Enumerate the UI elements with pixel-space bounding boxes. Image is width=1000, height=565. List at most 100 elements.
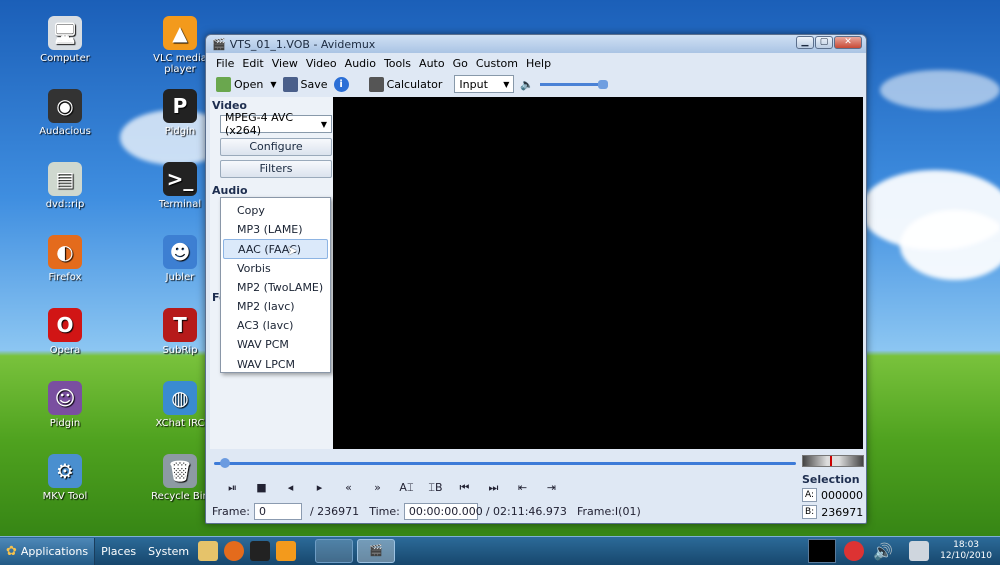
previous-keyframe-button[interactable]: ⏮ <box>450 479 479 497</box>
desktop-icon[interactable]: ◉ Audacious <box>25 89 105 137</box>
audio-section-header: Audio <box>212 184 248 197</box>
update-notifier-icon[interactable] <box>844 541 865 561</box>
close-button[interactable]: ✕ <box>834 36 862 49</box>
fast-forward-button[interactable]: » <box>363 479 392 497</box>
system-menu[interactable]: System <box>142 545 195 558</box>
chevron-down-icon[interactable]: ▼ <box>270 80 276 89</box>
marker-a-label: A <box>399 481 407 494</box>
play-pause-button[interactable]: ⏯ <box>218 479 247 497</box>
chevron-down-icon: ▼ <box>320 119 327 129</box>
chevron-down-icon: ▼ <box>503 79 510 89</box>
info-icon[interactable]: i <box>333 76 349 92</box>
taskbar-avidemux-button[interactable]: 🎬 <box>357 539 396 563</box>
calculator-button[interactable]: Calculator <box>368 76 442 92</box>
gnome-foot-icon: ✿ <box>6 543 17 559</box>
desktop-icon-image: 🖥 <box>48 16 82 50</box>
selection-a-label[interactable]: A: <box>802 488 818 502</box>
menu-go[interactable]: Go <box>453 57 468 70</box>
selection-panel: Selection A: 000000 B: 236971 <box>802 455 864 519</box>
desktop-icon[interactable]: ☺ Pidgin <box>25 381 105 429</box>
goto-marker-b-button[interactable]: ⇥ <box>537 479 566 497</box>
desktop-icon-label: MKV Tool <box>42 491 88 502</box>
maximize-button[interactable]: ▢ <box>815 36 833 49</box>
total-time: / 02:11:46.973 <box>485 505 567 518</box>
video-preview <box>333 97 863 449</box>
menu-help[interactable]: Help <box>526 57 551 70</box>
menu-audio[interactable]: Audio <box>345 57 376 70</box>
menu-auto[interactable]: Auto <box>419 57 445 70</box>
stop-button[interactable]: ■ <box>247 479 276 497</box>
folder-icon[interactable] <box>198 541 219 561</box>
menu-custom[interactable]: Custom <box>476 57 518 70</box>
minimize-button[interactable]: ▁ <box>796 36 814 49</box>
input-select[interactable]: Input ▼ <box>454 75 515 93</box>
floppy-icon <box>282 76 298 92</box>
set-marker-a-button[interactable]: A⌶ <box>392 479 421 497</box>
menu-edit[interactable]: Edit <box>242 57 263 70</box>
audio-codec-option[interactable]: Copy <box>221 201 330 220</box>
places-menu[interactable]: Places <box>95 545 142 558</box>
audio-codec-option[interactable]: Vorbis <box>221 259 330 278</box>
time-input[interactable]: 00:00:00.000 <box>403 503 483 520</box>
title-bar[interactable]: 🎬 VTS_01_1.VOB - Avidemux ▁ ▢ ✕ <box>206 35 866 53</box>
audio-codec-option[interactable]: MP2 (TwoLAME) <box>221 278 330 297</box>
menu-tools[interactable]: Tools <box>384 57 411 70</box>
terminal-icon[interactable] <box>250 541 271 561</box>
desktop-icon-image: ◐ <box>48 235 82 269</box>
next-frame-button[interactable]: ▸ <box>305 479 334 497</box>
audio-codec-option[interactable]: MP2 (lavc) <box>221 297 330 316</box>
filters-button[interactable]: Filters <box>220 160 332 178</box>
timeline-thumb[interactable] <box>219 458 230 468</box>
desktop-icon[interactable]: O Opera <box>25 308 105 356</box>
open-button[interactable]: Open ▼ <box>216 76 277 92</box>
vlc-icon[interactable] <box>276 541 297 561</box>
volume-meter <box>802 455 864 467</box>
system-monitor-icon[interactable] <box>808 539 837 563</box>
configure-button[interactable]: Configure <box>220 138 332 156</box>
set-marker-b-button[interactable]: ⌶B <box>421 479 450 497</box>
volume-icon[interactable]: 🔊 <box>873 542 893 561</box>
menu-video[interactable]: Video <box>306 57 337 70</box>
next-keyframe-button[interactable]: ⏭ <box>479 479 508 497</box>
video-codec-select[interactable]: MPEG-4 AVC (x264) ▼ <box>220 111 332 137</box>
time-label: Time: <box>369 505 400 518</box>
video-codec-value: MPEG-4 AVC (x264) <box>225 111 294 137</box>
goto-marker-a-button[interactable]: ⇤ <box>508 479 537 497</box>
menu-view[interactable]: View <box>272 57 298 70</box>
desktop-icon-image: T <box>163 308 197 342</box>
firefox-icon[interactable] <box>224 541 245 561</box>
menu-bar: File Edit View Video Audio Tools Auto Go Custom H… <box>210 55 862 71</box>
volume-slider-thumb[interactable] <box>598 79 609 89</box>
previous-frame-button[interactable]: ◂ <box>276 479 305 497</box>
selection-b-label[interactable]: B: <box>802 505 818 519</box>
taskbar-window-button[interactable] <box>315 539 354 563</box>
clock[interactable]: 18:03 12/10/2010 <box>932 540 1000 562</box>
desktop-icon-label: Audacious <box>39 126 91 137</box>
audio-codec-option[interactable]: AC3 (lavc) <box>221 316 330 335</box>
audio-codec-option[interactable]: MP3 (LAME) <box>221 220 330 239</box>
applications-menu[interactable]: ✿ Applications <box>0 537 96 565</box>
desktop-icon[interactable]: ◐ Firefox <box>25 235 105 283</box>
open-label: Open <box>234 77 264 91</box>
desktop-icon[interactable]: 🖥 Computer <box>25 16 105 64</box>
menu-file[interactable]: File <box>216 57 234 70</box>
desktop-icon-image: ◉ <box>48 89 82 123</box>
audio-codec-option[interactable]: WAV LPCM <box>221 355 330 374</box>
open-icon <box>216 76 231 92</box>
desktop-icon[interactable]: ▤ dvd::rip <box>25 162 105 210</box>
audio-codec-option[interactable]: WAV PCM <box>221 335 330 354</box>
desktop-icon[interactable]: ⚙ MKV Tool <box>25 454 105 502</box>
frame-input[interactable]: 0 <box>253 503 302 520</box>
cloud <box>880 70 1000 110</box>
rewind-button[interactable]: « <box>334 479 363 497</box>
desktop-icon-image: ☻ <box>163 235 197 269</box>
desktop-icon-image: ⚙ <box>48 454 82 488</box>
save-button[interactable]: Save <box>282 76 328 92</box>
network-icon[interactable] <box>909 541 930 561</box>
marker-b-label: B <box>435 481 443 494</box>
volume-slider[interactable] <box>540 79 609 89</box>
audio-codec-option[interactable]: AAC (FAAC) <box>223 239 328 259</box>
timeline[interactable] <box>214 455 796 471</box>
transport-controls: ⏯ ■ ◂ ▸ « » A⌶ ⌶B ⏮ ⏭ ⇤ ⇥ <box>218 479 566 497</box>
selection-header: Selection <box>802 473 860 486</box>
